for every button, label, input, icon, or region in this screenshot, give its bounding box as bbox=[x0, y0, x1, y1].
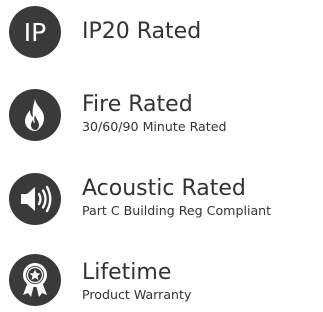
feature-title: Fire Rated bbox=[82, 92, 193, 117]
feature-title: IP20 Rated bbox=[82, 19, 202, 44]
feature-subtitle: 30/60/90 Minute Rated bbox=[82, 119, 227, 134]
feature-subtitle: Product Warranty bbox=[82, 287, 192, 302]
feature-title: Acoustic Rated bbox=[82, 176, 246, 201]
feature-title: Lifetime bbox=[82, 260, 172, 285]
feature-lifetime-warranty: Lifetime Product Warranty bbox=[0, 251, 323, 311]
speaker-icon bbox=[9, 173, 61, 225]
feature-ip20: IP IP20 Rated bbox=[0, 3, 323, 63]
feature-acoustic-rated: Acoustic Rated Part C Building Reg Compl… bbox=[0, 170, 323, 230]
award-rosette-icon bbox=[9, 254, 61, 306]
ip-badge-label: IP bbox=[23, 17, 47, 47]
ip-rating-icon: IP bbox=[9, 6, 61, 58]
flame-icon bbox=[9, 89, 61, 141]
feature-subtitle: Part C Building Reg Compliant bbox=[82, 203, 272, 218]
feature-fire-rated: Fire Rated 30/60/90 Minute Rated bbox=[0, 86, 323, 146]
